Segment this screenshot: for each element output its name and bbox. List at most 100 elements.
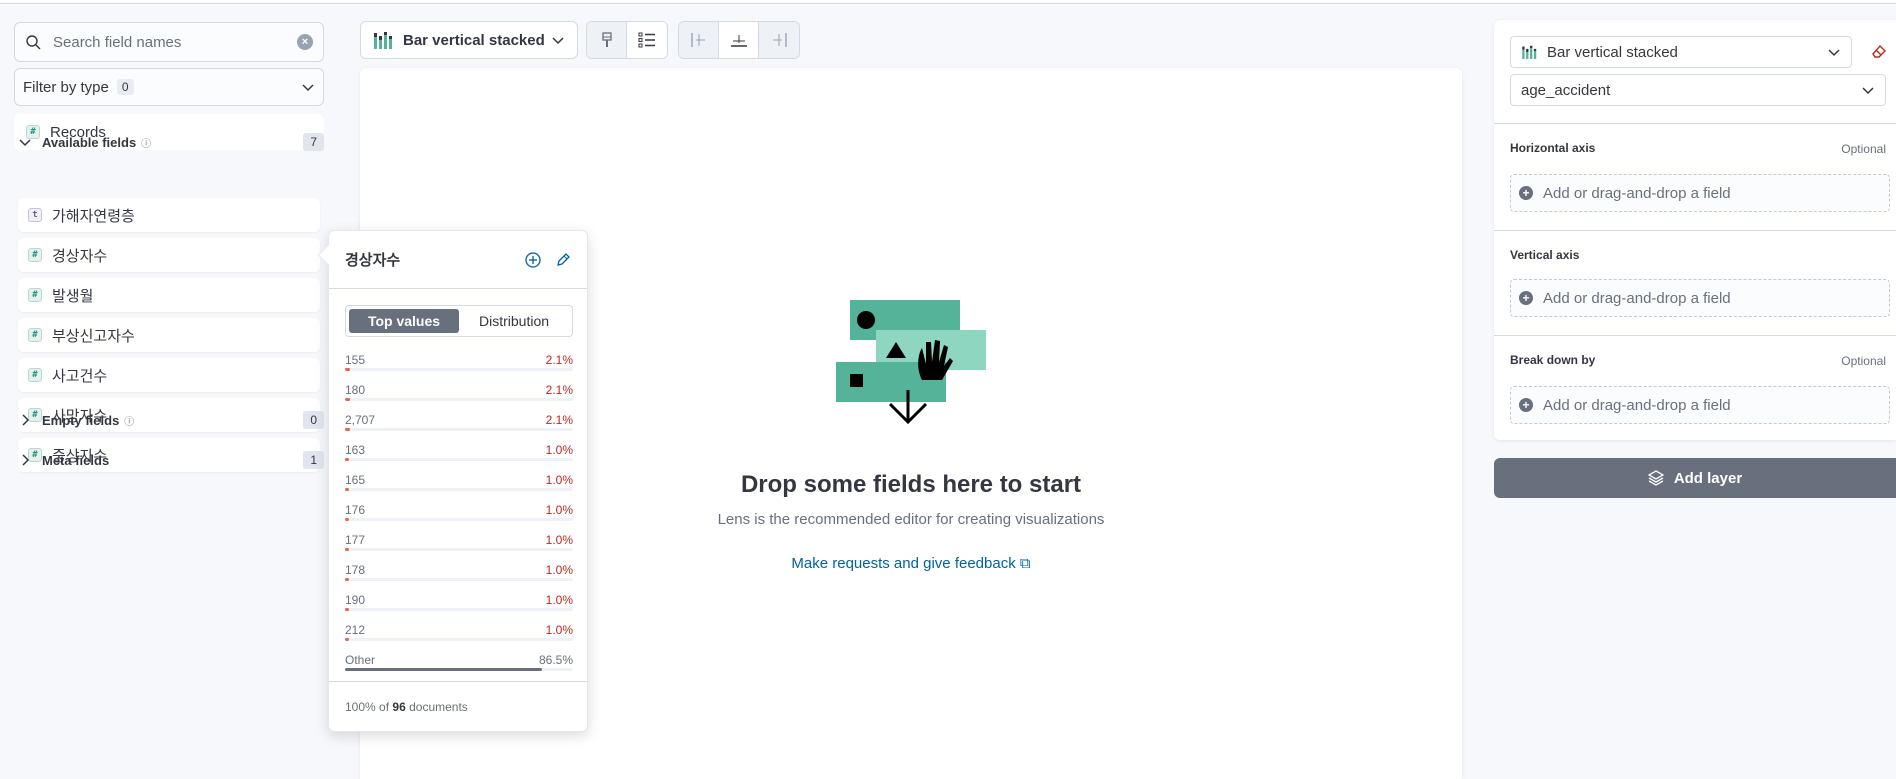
legend-button[interactable] (627, 22, 667, 58)
empty-fields-count: 0 (303, 411, 324, 429)
top-value-key: 155 (345, 353, 366, 367)
top-value-row: 212 1.0% (345, 623, 573, 649)
field-item[interactable]: t 가해자연령층 (18, 198, 320, 232)
divider (1494, 335, 1896, 336)
available-fields-header[interactable]: Available fields ⓘ 7 (18, 133, 324, 151)
top-value-percent: 2.1% (545, 383, 573, 397)
top-value-bar-fill (345, 398, 350, 401)
help-icon[interactable]: ⓘ (124, 413, 134, 428)
top-value-row: 190 1.0% (345, 593, 573, 619)
top-value-percent: 1.0% (545, 623, 573, 637)
top-value-key: Other (345, 653, 376, 667)
available-fields-count: 7 (303, 133, 324, 151)
top-value-key: 163 (345, 443, 366, 457)
appearance-button-group (586, 21, 668, 59)
popover-header: 경상자수 (329, 231, 587, 289)
empty-fields-label: Empty fields (42, 412, 120, 428)
chart-type-label: Bar vertical stacked (403, 31, 545, 49)
search-icon (26, 35, 41, 50)
layers-icon (1647, 470, 1664, 486)
chevron-down-icon (18, 135, 32, 149)
layer-chart-type-select[interactable]: Bar vertical stacked (1510, 36, 1852, 68)
field-item[interactable]: # 사고건수 (18, 358, 320, 392)
horizontal-axis-optional: Optional (1841, 142, 1886, 156)
horizontal-axis-placeholder: Add or drag-and-drop a field (1543, 184, 1731, 202)
breakdown-optional: Optional (1841, 354, 1886, 368)
top-value-row: 178 1.0% (345, 563, 573, 589)
drag-drop-illustration (836, 300, 986, 425)
filter-by-type-label: Filter by type (23, 78, 109, 96)
add-field-icon[interactable] (525, 251, 541, 268)
view-toggle: Top values Distribution (345, 305, 573, 337)
top-value-key: 190 (345, 593, 366, 607)
top-value-bar-fill (345, 458, 349, 461)
top-value-row: 177 1.0% (345, 533, 573, 559)
clear-icon[interactable]: × (297, 34, 313, 50)
top-value-row: 180 2.1% (345, 383, 573, 409)
top-value-bar-track (345, 518, 573, 521)
bottom-axis-button[interactable] (719, 22, 759, 58)
bar-chart-icon (374, 32, 392, 49)
top-value-percent: 1.0% (545, 473, 573, 487)
top-value-key: 180 (345, 383, 366, 397)
top-value-bar-track (345, 488, 573, 491)
chevron-down-icon (302, 84, 314, 92)
pencil-icon[interactable] (555, 252, 571, 268)
divider (1494, 123, 1896, 124)
empty-fields-header[interactable]: Empty fields ⓘ 0 (18, 411, 324, 429)
plus-icon: + (1519, 186, 1533, 200)
breakdown-dropzone[interactable]: + Add or drag-and-drop a field (1510, 386, 1890, 424)
chevron-right-icon (18, 413, 32, 427)
top-value-other-row: Other 86.5% (345, 653, 573, 679)
right-axis-icon (773, 33, 787, 47)
vertical-axis-dropzone[interactable]: + Add or drag-and-drop a field (1510, 279, 1890, 317)
footer-suffix: documents (409, 699, 468, 714)
meta-fields-count: 1 (303, 451, 324, 469)
search-input[interactable]: Search field names × (14, 22, 324, 62)
top-value-percent: 1.0% (545, 533, 573, 547)
search-placeholder: Search field names (53, 33, 182, 51)
top-value-bar-fill (345, 638, 349, 641)
top-value-key: 178 (345, 563, 366, 577)
top-value-key: 176 (345, 503, 366, 517)
chevron-down-icon (552, 37, 564, 45)
top-value-row: 163 1.0% (345, 443, 573, 469)
visual-options-button[interactable] (587, 22, 627, 58)
top-value-key: 177 (345, 533, 366, 547)
field-item[interactable]: # 부상신고자수 (18, 318, 320, 352)
horizontal-axis-dropzone[interactable]: + Add or drag-and-drop a field (1510, 174, 1890, 212)
field-name: 부상신고자수 (52, 327, 135, 345)
top-value-bar-fill (345, 488, 349, 491)
popover-title: 경상자수 (345, 252, 401, 269)
add-layer-button[interactable]: Add layer (1494, 458, 1896, 498)
field-name: 발생월 (52, 287, 94, 305)
field-item[interactable]: # 발생월 (18, 278, 320, 312)
meta-fields-header[interactable]: Meta fields 1 (18, 451, 324, 469)
top-value-percent: 1.0% (545, 593, 573, 607)
tab-distribution[interactable]: Distribution (459, 309, 569, 333)
chevron-down-icon (1828, 49, 1840, 57)
text-type-icon: t (28, 208, 42, 222)
top-value-bar-fill (345, 608, 349, 611)
left-axis-button[interactable] (679, 22, 719, 58)
top-value-row: 165 1.0% (345, 473, 573, 499)
chart-type-switcher[interactable]: Bar vertical stacked (360, 21, 578, 59)
filter-count-badge: 0 (116, 79, 134, 95)
help-icon[interactable]: ⓘ (141, 135, 151, 150)
top-value-bar-track (345, 428, 573, 431)
tab-top-values[interactable]: Top values (349, 309, 459, 333)
divider (1494, 230, 1896, 231)
top-value-percent: 2.1% (545, 413, 573, 427)
index-pattern-select[interactable]: age_accident (1510, 74, 1886, 106)
list-icon (638, 32, 655, 48)
vertical-axis-placeholder: Add or drag-and-drop a field (1543, 289, 1731, 307)
eraser-icon[interactable] (1870, 42, 1888, 60)
popover-footer: 100% of 96 documents (329, 681, 587, 731)
right-axis-button[interactable] (759, 22, 799, 58)
bottom-axis-icon (730, 35, 747, 47)
top-value-key: 2,707 (345, 413, 376, 427)
add-layer-label: Add layer (1673, 469, 1743, 487)
filter-by-type-button[interactable]: Filter by type 0 (14, 68, 324, 106)
top-value-bar-track (345, 368, 573, 371)
field-item[interactable]: # 경상자수 (18, 238, 320, 272)
